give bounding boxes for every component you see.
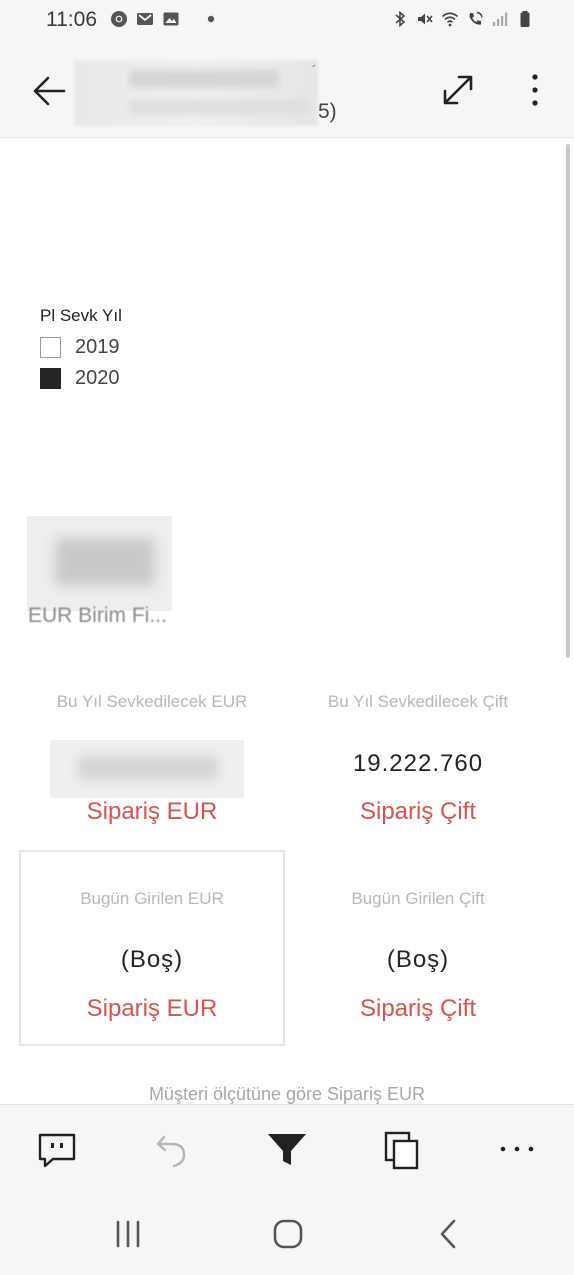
title-mark: ´ <box>312 62 317 78</box>
checkbox-checked[interactable] <box>40 368 61 389</box>
scrollbar[interactable] <box>566 144 570 658</box>
filter-icon[interactable] <box>265 1127 309 1171</box>
chrome-icon <box>111 11 127 27</box>
gmail-icon <box>137 13 153 25</box>
kpi-subtitle: Sipariş Çift <box>359 798 477 825</box>
slicer-item-label: 2019 <box>75 336 120 358</box>
kpi-label: Bugün Girilen EUR <box>80 889 224 908</box>
more-vertical-icon[interactable] <box>522 72 548 108</box>
kpi-ghost-number <box>78 756 218 780</box>
slicer-item-2020[interactable]: 2020 <box>40 367 120 390</box>
recent-apps-icon[interactable] <box>106 1212 150 1256</box>
bluetooth-icon <box>395 10 406 28</box>
slicer-title: Pl Sevk Yıl <box>40 306 122 325</box>
expand-icon[interactable] <box>440 72 476 108</box>
arrow-left-icon[interactable] <box>28 70 70 112</box>
title-ghost-line <box>129 70 279 88</box>
card-caption: EUR Birim Fi... <box>28 604 167 627</box>
back-icon[interactable] <box>426 1212 470 1256</box>
kpi-subtitle: Sipariş Çift <box>359 995 477 1022</box>
comment-icon[interactable] <box>35 1127 79 1171</box>
report-toolbar <box>0 1104 574 1190</box>
kpi-label: Bu Yıl Sevkedilecek EUR <box>56 692 248 711</box>
report-canvas[interactable]: Pl Sevk Yıl 2019 2020 EUR Birim Fi... Bu… <box>0 138 574 1104</box>
pages-icon[interactable] <box>380 1127 424 1171</box>
battery-icon <box>520 11 530 27</box>
subtitle-ghost-line <box>129 100 309 114</box>
wifi-icon <box>441 12 459 27</box>
system-nav-bar <box>0 1190 574 1275</box>
report-title-redacted <box>74 60 318 126</box>
gallery-icon <box>163 12 179 26</box>
slicer-item-2019[interactable]: 2019 <box>40 336 120 359</box>
visual-title: Müşteri ölçütüne göre Sipariş EUR <box>148 1084 426 1104</box>
app-header: ´ 5) <box>0 42 574 138</box>
status-notification-icons <box>110 10 220 28</box>
kpi-value: (Boş) <box>120 946 184 973</box>
undo-icon[interactable] <box>150 1127 194 1171</box>
kpi-value: 19.222.760 <box>352 750 484 777</box>
kpi-subtitle: Sipariş EUR <box>86 798 218 825</box>
home-icon[interactable] <box>266 1212 310 1256</box>
mute-icon <box>418 13 433 25</box>
kpi-value-redacted <box>50 740 244 798</box>
report-title-suffix: 5) <box>318 100 337 123</box>
kpi-subtitle: Sipariş EUR <box>86 995 218 1022</box>
dot-icon <box>207 15 215 23</box>
status-time: 11:06 <box>46 8 97 31</box>
signal-icon <box>493 12 508 26</box>
checkbox-unchecked[interactable] <box>40 337 61 358</box>
kpi-value: (Boş) <box>386 946 450 973</box>
wifi-calling-icon <box>469 11 483 25</box>
more-horizontal-icon[interactable] <box>495 1127 539 1171</box>
status-system-icons <box>391 10 534 28</box>
kpi-label: Bugün Girilen Çift <box>351 889 485 908</box>
card-ghost-number <box>55 538 155 586</box>
kpi-label: Bu Yıl Sevkedilecek Çift <box>327 692 509 711</box>
slicer-item-label: 2020 <box>75 367 120 389</box>
status-bar: 11:06 <box>0 0 574 42</box>
card-value-redacted <box>27 516 172 611</box>
